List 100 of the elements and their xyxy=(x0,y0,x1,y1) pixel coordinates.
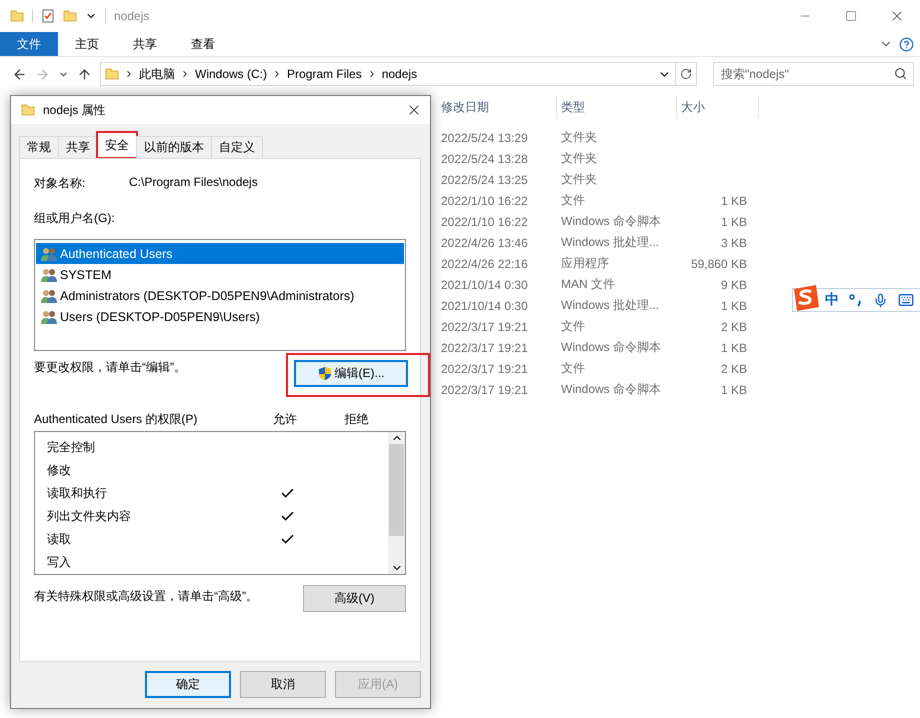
users-icon xyxy=(40,268,58,282)
size-cell-text: 3 KB xyxy=(720,236,747,250)
users-icon xyxy=(40,246,58,260)
refresh-button[interactable] xyxy=(676,62,697,86)
type-cell-text: 文件夹 xyxy=(560,129,598,146)
breadcrumb-item[interactable]: Program Files xyxy=(287,67,362,81)
type-cell-text: Windows 命令脚本 xyxy=(560,381,662,398)
properties-icon[interactable] xyxy=(41,9,55,23)
group-label: 组或用户名(G): xyxy=(34,210,116,227)
help-icon[interactable] xyxy=(899,36,914,52)
refresh-icon[interactable] xyxy=(680,68,692,80)
size-cell-text: 9 KB xyxy=(720,278,747,292)
breadcrumb-item[interactable]: 此电脑 xyxy=(139,66,175,82)
column-header[interactable]: 修改日期 xyxy=(437,96,557,118)
type-cell-text: Windows 批处理... xyxy=(560,297,660,314)
type-cell-text: Windows 批处理... xyxy=(560,234,660,251)
input-mode[interactable]: 中 xyxy=(825,291,839,309)
advanced-button[interactable]: 高级(V) xyxy=(303,585,406,612)
folder-icon xyxy=(21,103,35,117)
type-cell-text: MAN 文件 xyxy=(560,276,616,293)
ribbon-tab[interactable]: 查看 xyxy=(174,32,232,56)
permission-name: 写入 xyxy=(47,554,72,571)
type-cell-text: 文件 xyxy=(560,318,586,335)
permission-name: 读取 xyxy=(47,531,72,548)
ribbon-tab[interactable]: 主页 xyxy=(58,32,116,56)
ribbon-tab[interactable]: 文件 xyxy=(0,32,58,56)
type-cell-text: 文件夹 xyxy=(560,150,598,167)
folder-icon xyxy=(105,67,119,81)
column-header[interactable]: 类型 xyxy=(557,96,677,118)
size-cell-text: 1 KB xyxy=(720,298,747,312)
address-bar[interactable]: 此电脑 Windows (C:) Program Files nodejs xyxy=(100,62,676,86)
date-cell-text: 2022/3/17 19:21 xyxy=(440,320,529,334)
type-cell-text: Windows 命令脚本 xyxy=(560,213,662,230)
edit-button[interactable]: 编辑(E)... xyxy=(294,360,408,387)
date-cell-text: 2022/5/24 13:29 xyxy=(440,130,529,144)
deny-header: 拒绝 xyxy=(343,410,370,428)
folder-icon xyxy=(10,9,24,23)
column-header[interactable]: 大小 xyxy=(677,96,759,118)
object-label: 对象名称: xyxy=(34,175,86,192)
permissions-label: Authenticated Users 的权限(P) xyxy=(34,410,198,428)
size-cell-text: 2 KB xyxy=(720,320,747,334)
date-cell-text: 2022/3/17 19:21 xyxy=(440,340,529,354)
back-icon[interactable] xyxy=(12,66,27,82)
search-icon xyxy=(894,67,907,80)
date-cell-text: 2022/4/26 22:16 xyxy=(440,256,529,270)
user-item[interactable]: SYSTEM xyxy=(36,264,404,285)
permission-name: 列出文件夹内容 xyxy=(47,508,132,525)
date-cell-text: 2022/5/24 13:28 xyxy=(440,152,529,166)
dialog-tab[interactable]: 自定义 xyxy=(211,136,263,158)
size-cell-text: 1 KB xyxy=(720,340,747,354)
date-cell-text: 2021/10/14 0:30 xyxy=(440,298,529,312)
type-cell-text: 应用程序 xyxy=(560,255,610,272)
breadcrumb-item[interactable]: nodejs xyxy=(382,67,418,81)
search-field[interactable]: 搜索"nodejs" xyxy=(713,62,914,86)
ime-logo-icon[interactable] xyxy=(791,283,821,313)
permission-name: 修改 xyxy=(47,462,72,479)
user-item[interactable]: Authenticated Users xyxy=(36,243,404,264)
dialog-tab[interactable]: 安全 xyxy=(97,132,137,158)
punctuation-icon[interactable] xyxy=(849,293,863,307)
window-title: nodejs xyxy=(114,9,150,23)
dialog-button[interactable]: 取消 xyxy=(240,671,326,698)
date-cell-text: 2022/5/24 13:25 xyxy=(440,172,529,186)
allow-header: 允许 xyxy=(272,410,298,428)
date-cell-text: 2022/4/26 13:46 xyxy=(440,236,529,250)
type-cell-text: 文件 xyxy=(560,360,586,377)
type-cell-text: Windows 命令脚本 xyxy=(560,339,662,356)
size-cell-text: 2 KB xyxy=(720,362,747,376)
microphone-icon[interactable] xyxy=(873,292,888,308)
user-item[interactable]: Administrators (DESKTOP-D05PEN9\Administrators) xyxy=(36,285,404,306)
date-cell-text: 2022/3/17 19:21 xyxy=(440,382,529,396)
date-cell-text: 2022/1/10 16:22 xyxy=(440,194,529,208)
dialog-tab[interactable]: 常规 xyxy=(19,136,59,158)
up-icon[interactable] xyxy=(77,66,92,82)
ribbon-tab[interactable]: 共享 xyxy=(116,32,174,56)
dialog-tab[interactable]: 以前的版本 xyxy=(136,136,212,158)
keyboard-icon[interactable] xyxy=(898,292,914,308)
scrollbar-thumb[interactable] xyxy=(389,444,404,536)
new-folder-icon xyxy=(63,9,77,23)
size-cell-text: 1 KB xyxy=(720,194,747,208)
type-cell-text: 文件 xyxy=(560,192,586,209)
breadcrumb-item[interactable]: Windows (C:) xyxy=(195,67,268,81)
scrollbar[interactable] xyxy=(388,432,405,574)
dialog-title: nodejs 属性 xyxy=(43,102,106,118)
size-cell-text: 1 KB xyxy=(720,214,747,228)
users-icon xyxy=(40,310,58,324)
date-cell-text: 2021/10/14 0:30 xyxy=(440,278,529,292)
shield-icon xyxy=(318,366,332,381)
permission-name: 读取和执行 xyxy=(47,485,108,502)
type-cell-text: 文件夹 xyxy=(560,171,598,188)
permission-name: 完全控制 xyxy=(47,439,96,456)
dialog-button[interactable]: 确定 xyxy=(145,671,231,698)
size-cell-text: 1 KB xyxy=(720,382,747,396)
edit-hint: 要更改权限，请单击“编辑”。 xyxy=(34,359,186,376)
advanced-hint: 有关特殊权限或高级设置，请单击“高级”。 xyxy=(34,588,258,605)
object-path: C:\Program Files\nodejs xyxy=(129,175,258,191)
date-cell-text: 2022/1/10 16:22 xyxy=(440,214,529,228)
user-item[interactable]: Users (DESKTOP-D05PEN9\Users) xyxy=(36,306,404,327)
size-cell-text: 59,860 KB xyxy=(690,256,747,270)
date-cell-text: 2022/3/17 19:21 xyxy=(440,362,529,376)
maximize-icon[interactable] xyxy=(845,10,857,22)
